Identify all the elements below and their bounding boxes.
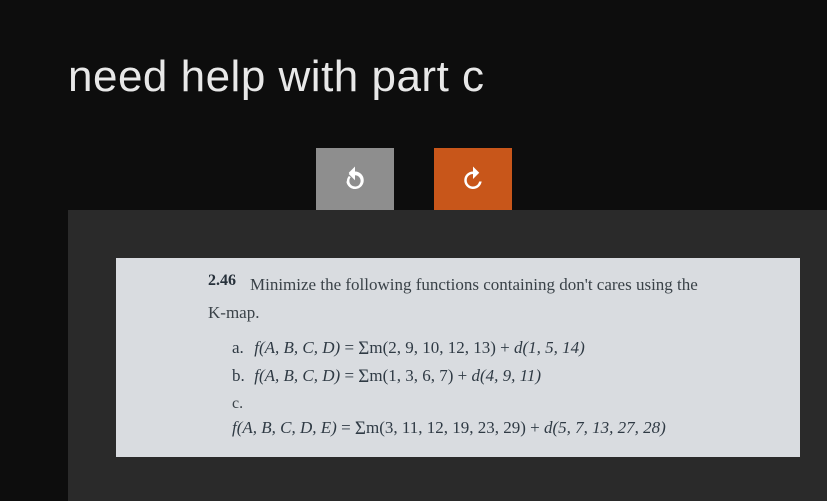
item-plus: +	[458, 366, 468, 385]
rotate-toolbar	[0, 148, 827, 210]
item-fn: f(A, B, C, D)	[254, 338, 340, 357]
problem-item-b: b. f(A, B, C, D) = Σm(1, 3, 6, 7) + d(4,…	[232, 365, 780, 387]
rotate-right-button[interactable]	[434, 148, 512, 210]
item-plus: +	[530, 418, 540, 437]
item-eq: =	[341, 418, 351, 437]
item-dc: d(4, 9, 11)	[471, 366, 541, 385]
rotate-left-icon	[340, 164, 370, 194]
rotate-left-button[interactable]	[316, 148, 394, 210]
problem-heading: Minimize the following functions contain…	[250, 275, 698, 294]
problem-item-c: f(A, B, C, D, E) = Σm(3, 11, 12, 19, 23,…	[232, 417, 780, 439]
rotate-right-icon	[458, 164, 488, 194]
problem-item-a: a. f(A, B, C, D) = Σm(2, 9, 10, 12, 13) …	[232, 337, 780, 359]
item-fn: f(A, B, C, D)	[254, 366, 340, 385]
item-dc: d(1, 5, 14)	[514, 338, 585, 357]
item-sum: Σm(1, 3, 6, 7)	[358, 366, 453, 385]
app-root: need help with part c 2.46 Minimize the …	[0, 0, 827, 501]
item-label: b.	[232, 366, 250, 386]
item-eq: =	[344, 338, 354, 357]
problem-kmap-line: K-map.	[208, 300, 780, 326]
item-sum: Σm(3, 11, 12, 19, 23, 29)	[355, 418, 526, 437]
item-label-c: c.	[232, 395, 780, 413]
item-plus: +	[500, 338, 510, 357]
item-label: a.	[232, 338, 250, 358]
item-sum: Σm(2, 9, 10, 12, 13)	[358, 338, 496, 357]
problem-number: 2.46	[208, 272, 236, 290]
page-title: need help with part c	[68, 52, 485, 102]
item-eq: =	[344, 366, 354, 385]
item-fn: f(A, B, C, D, E)	[232, 418, 337, 437]
problem-header-line: 2.46 Minimize the following functions co…	[208, 272, 780, 298]
content-panel: 2.46 Minimize the following functions co…	[68, 210, 827, 501]
item-dc: d(5, 7, 13, 27, 28)	[544, 418, 666, 437]
problem-scan: 2.46 Minimize the following functions co…	[116, 258, 800, 457]
